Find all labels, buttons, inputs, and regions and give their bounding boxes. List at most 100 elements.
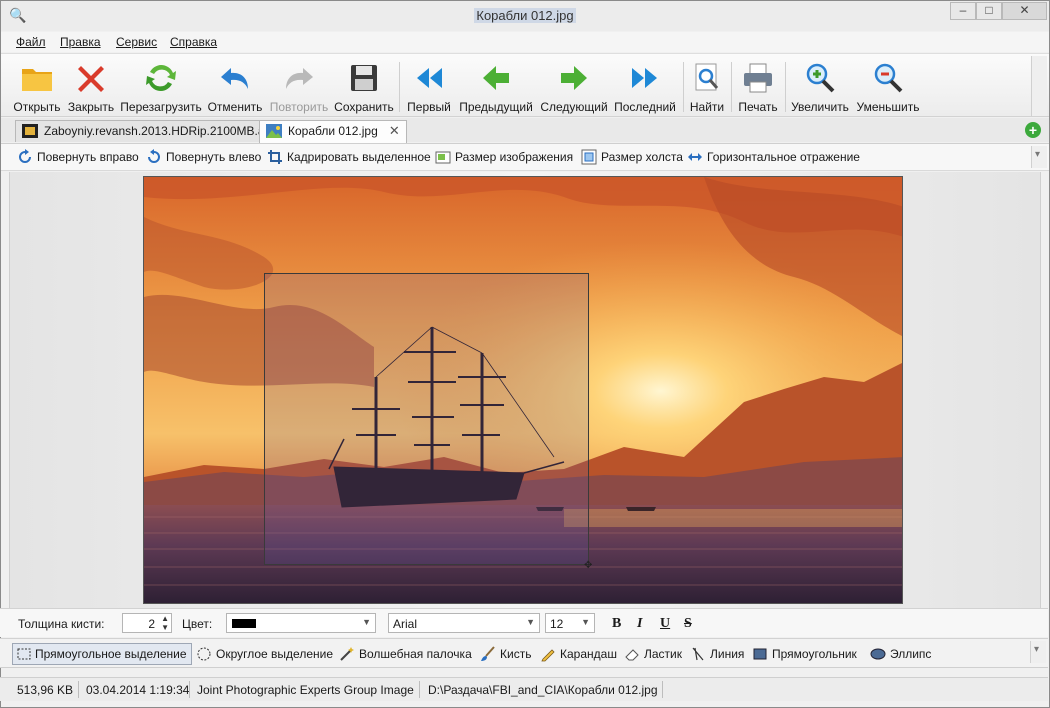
menu-edit[interactable]: Правка [60,35,101,49]
bold-button[interactable]: B [612,616,621,632]
first-button[interactable]: Первый [403,58,455,116]
horizontal-flip-button[interactable]: Горизонтальное отражение [687,150,860,164]
eraser-icon [625,649,639,661]
last-button[interactable]: Последний [613,58,677,116]
menu-help[interactable]: Справка [170,35,217,49]
redo-icon [286,68,313,89]
zoom-in-icon [806,63,835,93]
edit-toolbar-overflow-button[interactable] [1031,146,1047,168]
main-toolbar: Открыть Закрыть Перезагрузить Отменить П… [1,53,1049,117]
ellipse-select-tool[interactable]: Округлое выделение [196,647,333,661]
color-picker[interactable]: ▼ [226,613,376,633]
line-tool[interactable]: Линия [690,647,744,661]
strikethrough-button[interactable]: S [684,616,692,632]
undo-icon [221,68,248,89]
flip-horizontal-icon [688,153,702,161]
image-size-button[interactable]: Размер изображения [435,150,573,164]
italic-button[interactable]: I [637,616,642,632]
tools-overflow-button[interactable] [1030,641,1046,663]
tab-close-icon[interactable]: ✕ [389,123,400,139]
add-tab-icon[interactable]: + [1025,122,1041,138]
previous-button[interactable]: Предыдущий [457,58,535,116]
chevron-down-icon: ▼ [526,617,535,627]
tab-video-file[interactable]: Zaboyniy.revansh.2013.HDRip.2100MB.avi [15,120,281,142]
rotate-right-icon [19,149,31,163]
crop-selection-button[interactable]: Кадрировать выделенное [267,150,431,164]
ellipse-icon [870,648,886,660]
magic-wand-tool[interactable]: Волшебная палочка [339,647,472,661]
brush-icon [481,646,495,661]
toolbar-overflow-button[interactable] [1031,56,1047,116]
spin-arrows-icon[interactable]: ▲ ▼ [161,614,169,632]
underline-button[interactable]: U [660,616,670,632]
pencil-icon [541,649,555,662]
zoom-out-icon [874,63,903,93]
first-icon [417,68,442,88]
toolbar-separator [785,62,786,112]
rectangle-tool[interactable]: Прямоугольник [752,647,857,661]
brush-tool[interactable]: Кисть [480,646,531,661]
reload-button[interactable]: Перезагрузить [119,58,203,116]
folder-icon [22,69,52,91]
next-button[interactable]: Следующий [538,58,610,116]
toolbar-separator [683,62,684,112]
zoom-in-button[interactable]: Увеличить [789,58,851,116]
find-button[interactable]: Найти [687,58,727,116]
status-file-path: D:\Раздача\FBI_and_CIA\Корабли 012.jpg [428,683,658,697]
ellipse-select-icon [197,647,211,661]
edit-toolbar: Повернуть вправо Повернуть влево Кадриро… [1,143,1049,171]
print-button[interactable]: Печать [735,58,781,116]
selection-resize-handle[interactable]: ✥ [584,560,592,571]
status-bar: 513,96 KB 03.04.2014 1:19:34 Joint Photo… [0,677,1048,701]
rotate-left-button[interactable]: Повернуть влево [146,149,261,164]
drawing-tools-bar: Прямоугольное выделение Округлое выделен… [0,638,1048,668]
menu-bar: Файл Правка Сервис Справка [1,32,1049,52]
floppy-icon [351,65,377,91]
title-bar: 🔍 Корабли 012.jpg – □ ✕ [1,1,1049,31]
maximize-button[interactable]: □ [976,2,1002,20]
brush-thickness-label: Толщина кисти: [18,617,105,631]
close-window-button[interactable]: ✕ [1002,2,1047,20]
rect-select-icon [17,648,31,660]
menu-file[interactable]: Файл [16,35,46,49]
close-file-button[interactable]: Закрыть [65,58,117,116]
redo-button[interactable]: Повторить [267,58,331,116]
rectangular-selection[interactable] [264,273,589,565]
brush-properties-bar: Толщина кисти: 2 ▲ ▼ Цвет: ▼ Arial ▼ 12 ▼… [0,608,1048,637]
minimize-button[interactable]: – [950,2,976,20]
magic-wand-icon [340,647,354,661]
open-button[interactable]: Открыть [9,58,65,116]
zoom-out-button[interactable]: Уменьшить [853,58,923,116]
chevron-down-icon: ▼ [362,617,371,627]
menu-service[interactable]: Сервис [116,35,157,49]
image-size-icon [435,151,451,164]
font-select[interactable]: Arial ▼ [388,613,540,633]
undo-button[interactable]: Отменить [205,58,265,116]
ellipse-tool[interactable]: Эллипс [870,647,931,661]
toolbar-separator [399,62,400,112]
pencil-tool[interactable]: Карандаш [540,647,617,662]
find-icon [695,63,719,91]
rectangle-icon [753,648,767,660]
tab-image-file[interactable]: Корабли 012.jpg ✕ [259,120,407,143]
font-size-select[interactable]: 12 ▼ [545,613,595,633]
eraser-tool[interactable]: Ластик [624,647,682,661]
canvas-size-icon [581,149,597,165]
line-icon [692,647,704,661]
last-icon [632,68,657,88]
save-button[interactable]: Сохранить [333,58,395,116]
rotate-right-button[interactable]: Повернуть вправо [17,149,139,164]
red-x-icon [78,66,104,92]
reload-icon [146,65,176,91]
tab-bar: Zaboyniy.revansh.2013.HDRip.2100MB.avi К… [1,118,1049,143]
brush-thickness-stepper[interactable]: 2 ▲ ▼ [122,613,172,633]
printer-icon [744,63,772,93]
status-file-size: 513,96 KB [17,683,74,697]
video-file-icon [22,124,38,138]
window-title: Корабли 012.jpg [474,8,576,23]
rectangle-select-tool[interactable]: Прямоугольное выделение [12,643,192,665]
canvas-size-button[interactable]: Размер холста [581,149,683,165]
toolbar-separator [731,62,732,112]
crop-icon [268,150,282,164]
status-date: 03.04.2014 1:19:34 [86,683,190,697]
